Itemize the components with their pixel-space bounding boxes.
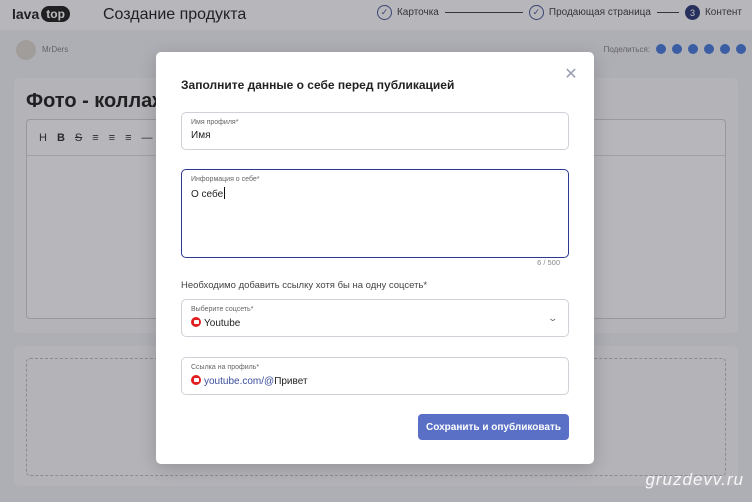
save-and-publish-button[interactable]: Сохранить и опубликовать xyxy=(418,414,569,440)
profile-name-value: Имя xyxy=(191,130,211,141)
close-icon[interactable]: ✕ xyxy=(562,66,580,84)
social-select-label: Выберите соцсеть* xyxy=(191,306,254,313)
about-label: Информация о себе* xyxy=(191,176,260,183)
social-select[interactable]: Выберите соцсеть* Youtube ⌄ xyxy=(181,299,569,337)
social-select-value-wrap: Youtube xyxy=(191,317,240,329)
char-counter: 6 / 500 xyxy=(537,258,560,267)
youtube-icon xyxy=(191,317,201,327)
social-select-value: Youtube xyxy=(204,318,241,329)
watermark: gruzdevv.ru xyxy=(645,470,744,489)
publish-profile-modal: Заполните данные о себе перед публикацие… xyxy=(156,52,594,464)
about-value-wrap: О себе xyxy=(191,187,226,200)
youtube-icon xyxy=(191,375,201,385)
about-value: О себе xyxy=(191,189,224,200)
profile-name-label: Имя профиля* xyxy=(191,119,239,126)
modal-title: Заполните данные о себе перед публикацие… xyxy=(181,78,455,92)
chevron-down-icon[interactable]: ⌄ xyxy=(548,313,559,324)
profile-link-value: Привет xyxy=(274,376,308,387)
text-caret xyxy=(224,187,226,199)
about-field[interactable]: Информация о себе* О себе xyxy=(181,169,569,258)
social-hint: Необходимо добавить ссылку хотя бы на од… xyxy=(181,280,428,291)
profile-link-prefix: youtube.com/@ xyxy=(204,376,275,387)
profile-link-value-wrap: youtube.com/@Привет xyxy=(191,375,308,387)
profile-name-field[interactable]: Имя профиля* Имя xyxy=(181,112,569,150)
profile-link-label: Ссылка на профиль* xyxy=(191,364,260,371)
profile-link-field[interactable]: Ссылка на профиль* youtube.com/@Привет xyxy=(181,357,569,395)
